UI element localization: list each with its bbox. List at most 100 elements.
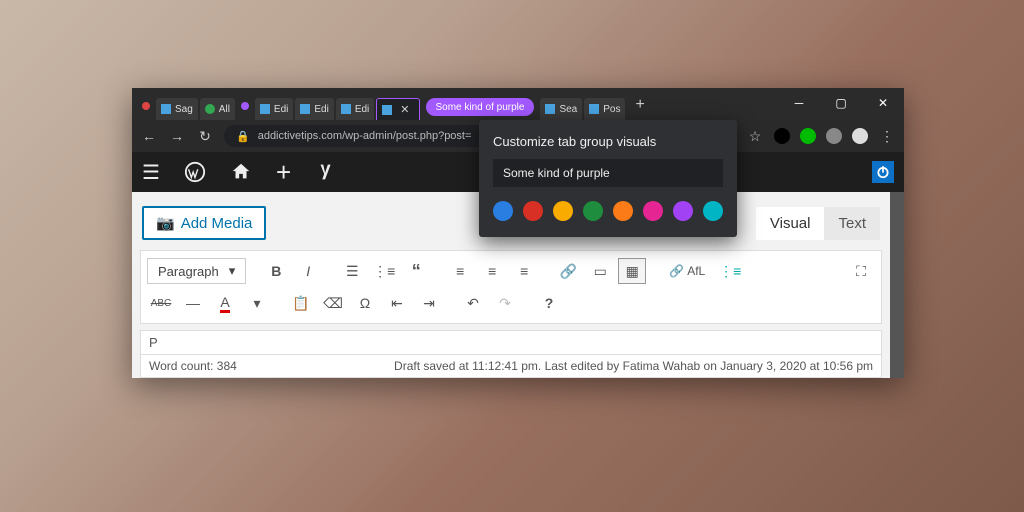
- add-media-label: Add Media: [181, 215, 253, 232]
- menu-icon[interactable]: ⋮: [878, 128, 896, 145]
- hamburger-icon[interactable]: ☰: [142, 160, 160, 185]
- bold-button[interactable]: B: [262, 258, 290, 284]
- bullet-list-button[interactable]: ☰: [338, 258, 366, 284]
- maximize-button[interactable]: ▢: [820, 88, 862, 118]
- tab-label: Sea: [559, 104, 577, 115]
- link-button[interactable]: 🔗: [554, 258, 582, 284]
- color-swatch[interactable]: [553, 201, 573, 221]
- url-text: addictivetips.com/wp-admin/post.php?post…: [258, 130, 472, 142]
- align-left-button[interactable]: ≡: [446, 258, 474, 284]
- numbered-list-button[interactable]: ⋮≡: [370, 258, 398, 284]
- tab-label: Edi: [314, 104, 328, 115]
- tab-group-pill[interactable]: Some kind of purple: [426, 98, 535, 116]
- favicon-icon: [205, 104, 215, 114]
- color-swatch[interactable]: [493, 201, 513, 221]
- profile-avatar[interactable]: [852, 128, 868, 144]
- blockquote-button[interactable]: “: [402, 258, 430, 284]
- afl-button[interactable]: 🔗AfL: [662, 258, 712, 284]
- editor-mode-tabs: Visual Text: [756, 207, 880, 240]
- toolbar-toggle-button[interactable]: ▦: [618, 258, 646, 284]
- format-label: Paragraph: [158, 264, 219, 279]
- clear-format-button[interactable]: ⌫: [319, 290, 347, 316]
- forward-button[interactable]: →: [168, 128, 186, 144]
- browser-tab[interactable]: Sea: [540, 98, 582, 120]
- tab-group-popup: Customize tab group visuals: [479, 120, 737, 237]
- element-path[interactable]: P: [140, 330, 882, 355]
- format-selector[interactable]: Paragraph ▾: [147, 258, 246, 284]
- new-tab-button[interactable]: +: [635, 96, 644, 114]
- text-color-button[interactable]: A: [211, 290, 239, 316]
- color-swatch[interactable]: [703, 201, 723, 221]
- add-new-icon[interactable]: +: [276, 157, 291, 188]
- star-icon[interactable]: ☆: [746, 128, 764, 145]
- word-count: Word count: 384: [149, 359, 237, 373]
- scrollbar[interactable]: [890, 192, 904, 378]
- favicon-icon: [382, 105, 392, 115]
- favicon-icon: [161, 104, 171, 114]
- browser-tab[interactable]: Pos: [584, 98, 625, 120]
- strikethrough-button[interactable]: ABC: [147, 290, 175, 316]
- back-button[interactable]: ←: [140, 128, 158, 144]
- close-tab-icon[interactable]: ✕: [396, 103, 413, 116]
- align-center-button[interactable]: ≡: [478, 258, 506, 284]
- paste-text-button[interactable]: 📋: [287, 290, 315, 316]
- add-media-button[interactable]: 📷 Add Media: [142, 206, 266, 240]
- lock-icon: 🔒: [236, 130, 250, 143]
- color-swatch[interactable]: [643, 201, 663, 221]
- editor-toolbar: Paragraph ▾ B I ☰ ⋮≡ “ ≡ ≡ ≡ 🔗 ▭ ▦ 🔗Af: [140, 250, 882, 324]
- browser-tab-active[interactable]: ✕: [376, 98, 419, 120]
- color-swatch-row: [493, 201, 723, 221]
- tab-visual[interactable]: Visual: [756, 207, 825, 240]
- tab-text[interactable]: Text: [824, 207, 880, 240]
- favicon-icon: [260, 104, 270, 114]
- draft-status: Draft saved at 11:12:41 pm. Last edited …: [394, 359, 873, 373]
- power-icon[interactable]: [872, 161, 894, 183]
- favicon-icon: [341, 104, 351, 114]
- reload-button[interactable]: ↻: [196, 128, 214, 145]
- extension-icon[interactable]: [774, 128, 790, 144]
- titlebar: Sag All Edi Edi Edi ✕ Some kind of purpl…: [132, 88, 904, 120]
- outdent-button[interactable]: ⇤: [383, 290, 411, 316]
- minimize-button[interactable]: ─: [778, 88, 820, 118]
- browser-tab[interactable]: Edi: [255, 98, 293, 120]
- grammarly-icon[interactable]: [800, 128, 816, 144]
- favicon-icon: [300, 104, 310, 114]
- group-indicator: [241, 102, 249, 110]
- camera-icon: 📷: [156, 214, 175, 232]
- path-crumb: P: [149, 335, 158, 350]
- help-button[interactable]: ?: [535, 290, 563, 316]
- undo-button[interactable]: ↶: [459, 290, 487, 316]
- redo-button[interactable]: ↷: [491, 290, 519, 316]
- browser-tab[interactable]: Edi: [295, 98, 333, 120]
- tab-label: Pos: [603, 104, 620, 115]
- extension-icon[interactable]: [826, 128, 842, 144]
- close-button[interactable]: ✕: [862, 88, 904, 118]
- yoast-icon[interactable]: [315, 161, 337, 183]
- extensions: ☆ ⋮: [746, 128, 896, 145]
- indent-button[interactable]: ⇥: [415, 290, 443, 316]
- checklist-button[interactable]: ⋮≡: [716, 258, 744, 284]
- italic-button[interactable]: I: [294, 258, 322, 284]
- window-controls: ─ ▢ ✕: [778, 88, 904, 118]
- tab-label: Edi: [355, 104, 369, 115]
- text-color-chevron[interactable]: ▾: [243, 290, 271, 316]
- special-char-button[interactable]: Ω: [351, 290, 379, 316]
- chevron-down-icon: ▾: [229, 263, 236, 279]
- color-swatch[interactable]: [613, 201, 633, 221]
- group-name-input[interactable]: [493, 159, 723, 187]
- tab-label: Edi: [274, 104, 288, 115]
- insert-more-button[interactable]: ▭: [586, 258, 614, 284]
- wordpress-icon[interactable]: [184, 161, 206, 183]
- group-label: Some kind of purple: [436, 102, 525, 113]
- browser-tab[interactable]: Edi: [336, 98, 374, 120]
- horizontal-rule-button[interactable]: —: [179, 290, 207, 316]
- browser-tab[interactable]: Sag: [156, 98, 198, 120]
- color-swatch[interactable]: [673, 201, 693, 221]
- color-swatch[interactable]: [523, 201, 543, 221]
- color-swatch[interactable]: [583, 201, 603, 221]
- fullscreen-button[interactable]: ⛶: [847, 258, 875, 284]
- browser-tab[interactable]: All: [200, 98, 235, 120]
- home-icon[interactable]: [230, 161, 252, 183]
- align-right-button[interactable]: ≡: [510, 258, 538, 284]
- popup-title: Customize tab group visuals: [493, 134, 723, 149]
